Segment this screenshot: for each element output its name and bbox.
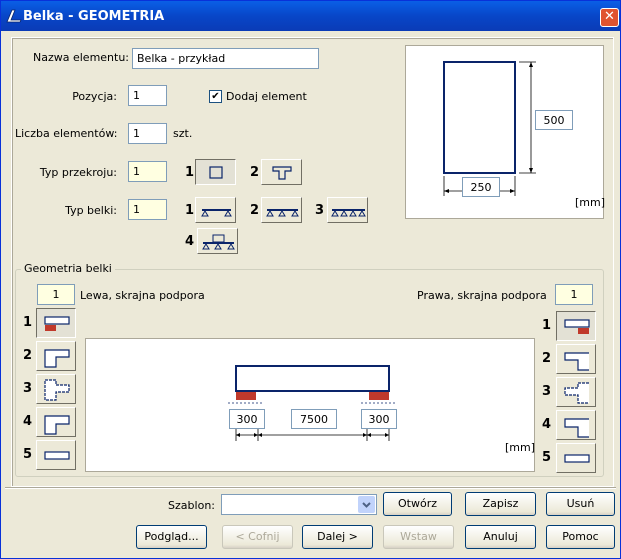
left-support-input[interactable]: 1 xyxy=(37,284,75,305)
geometry-group-title: Geometria belki xyxy=(21,262,115,275)
beam-option-number: 4 xyxy=(185,234,195,249)
beam-option-number: 3 xyxy=(315,203,325,218)
left-support-corner-button[interactable] xyxy=(36,407,76,437)
title-bar: Belka - GEOMETRIA ✕ xyxy=(1,1,620,31)
left-support-option-number: 1 xyxy=(23,315,33,330)
multispan-beam-icon xyxy=(331,209,366,217)
dodaj-checkbox[interactable]: ✔ xyxy=(209,90,222,103)
rect-section-icon xyxy=(209,166,223,179)
nazwa-label: Nazwa elementu: xyxy=(33,51,130,64)
section-unit-label: [mm] xyxy=(575,196,606,209)
right-support-option-number: 2 xyxy=(542,351,552,366)
beam-frame-button[interactable] xyxy=(197,228,238,254)
right-support-length-input[interactable]: 300 xyxy=(361,409,397,429)
left-support-fixed-button[interactable] xyxy=(36,308,76,338)
beam-simple-button[interactable] xyxy=(195,197,236,223)
left-support-free-button[interactable] xyxy=(36,440,76,470)
liczba-label: Liczba elementów: xyxy=(15,127,118,140)
left-support-length-input[interactable]: 300 xyxy=(229,409,265,429)
beam-option-number: 1 xyxy=(185,203,195,218)
left-support-wall-button[interactable] xyxy=(36,341,76,371)
free-end-icon xyxy=(44,451,70,460)
usun-button[interactable]: Usuń xyxy=(546,492,615,516)
column-support-icon xyxy=(44,379,70,401)
section-tee-button[interactable] xyxy=(261,159,302,185)
left-support-option-number: 5 xyxy=(23,447,33,462)
anuluj-button[interactable]: Anuluj xyxy=(465,525,536,549)
pozycja-input[interactable]: 1 xyxy=(128,85,167,106)
fixed-support-icon xyxy=(564,319,590,334)
corner-support-icon xyxy=(564,418,589,438)
beam-view: 300 7500 300 [mm] xyxy=(85,338,535,472)
beam-option-number: 2 xyxy=(250,203,260,218)
column-support-icon xyxy=(564,382,589,404)
right-support-option-number: 4 xyxy=(542,417,552,432)
liczba-input[interactable]: 1 xyxy=(128,123,167,144)
right-support-option-number: 1 xyxy=(542,318,552,333)
pomoc-button[interactable]: Pomoc xyxy=(546,525,615,549)
left-support-option-number: 3 xyxy=(23,381,33,396)
continuous-beam-icon xyxy=(266,209,299,217)
section-height-input[interactable]: 500 xyxy=(535,110,573,130)
window-title: Belka - GEOMETRIA xyxy=(23,9,165,24)
beam-continuous-button[interactable] xyxy=(261,197,302,223)
beam-unit-label: [mm] xyxy=(505,441,536,454)
wstaw-button[interactable]: Wstaw xyxy=(383,525,454,549)
chevron-down-icon[interactable] xyxy=(358,496,375,513)
free-end-icon xyxy=(564,454,590,463)
section-option-number: 2 xyxy=(250,165,260,180)
right-support-option-number: 3 xyxy=(542,384,552,399)
zapisz-button[interactable]: Zapisz xyxy=(465,492,536,516)
left-support-option-number: 4 xyxy=(23,414,33,429)
typ-przekroju-label: Typ przekroju: xyxy=(39,166,117,179)
right-support-option-number: 5 xyxy=(542,450,552,465)
typ-przekroju-input[interactable]: 1 xyxy=(128,161,167,182)
beam-drawing xyxy=(228,365,397,441)
left-support-column-button[interactable] xyxy=(36,374,76,404)
right-support-corner-button[interactable] xyxy=(556,410,596,440)
nazwa-input[interactable]: Belka - przykład xyxy=(132,48,319,69)
wall-support-icon xyxy=(44,349,70,368)
szablon-select[interactable] xyxy=(221,494,377,515)
pozycja-label: Pozycja: xyxy=(72,90,117,103)
section-rect-button[interactable] xyxy=(195,159,236,185)
close-button[interactable]: ✕ xyxy=(600,8,619,27)
tee-section-icon xyxy=(272,166,292,180)
right-support-free-button[interactable] xyxy=(556,443,596,473)
simple-beam-icon xyxy=(201,209,232,217)
szablon-label: Szablon: xyxy=(168,499,215,512)
section-width-input[interactable]: 250 xyxy=(462,177,500,197)
beam-multispan-button[interactable] xyxy=(327,197,368,223)
section-preview: 500 250 [mm] xyxy=(405,45,606,219)
section-drawing xyxy=(443,61,536,196)
app-icon xyxy=(6,9,22,23)
left-support-label: Lewa, skrajna podpora xyxy=(80,289,205,302)
otworz-button[interactable]: Otwórz xyxy=(383,492,452,516)
right-support-fixed-button[interactable] xyxy=(556,311,596,341)
typ-belki-input[interactable]: 1 xyxy=(128,199,167,220)
right-support-input[interactable]: 1 xyxy=(555,284,593,305)
wall-support-icon xyxy=(564,352,589,371)
right-support-label: Prawa, skrajna podpora xyxy=(417,289,547,302)
cofnij-button[interactable]: < Cofnij xyxy=(222,525,293,549)
right-support-wall-button[interactable] xyxy=(556,344,596,374)
frame-beam-icon xyxy=(202,234,235,250)
fixed-support-icon xyxy=(44,316,70,331)
span-length-input[interactable]: 7500 xyxy=(291,409,337,429)
footer-separator xyxy=(5,487,616,489)
corner-support-icon xyxy=(44,415,70,435)
dialog-window: Belka - GEOMETRIA ✕ Nazwa elementu: Belk… xyxy=(0,0,621,559)
right-support-column-button[interactable] xyxy=(556,377,596,407)
dalej-button[interactable]: Dalej > xyxy=(302,525,373,549)
podglad-button[interactable]: Podgląd... xyxy=(136,525,207,549)
typ-belki-label: Typ belki: xyxy=(65,204,117,217)
dodaj-label: Dodaj element xyxy=(226,90,307,103)
dialog-client: Nazwa elementu: Belka - przykład Pozycja… xyxy=(5,31,616,556)
section-option-number: 1 xyxy=(185,165,195,180)
left-support-option-number: 2 xyxy=(23,348,33,363)
liczba-unit: szt. xyxy=(173,127,193,140)
